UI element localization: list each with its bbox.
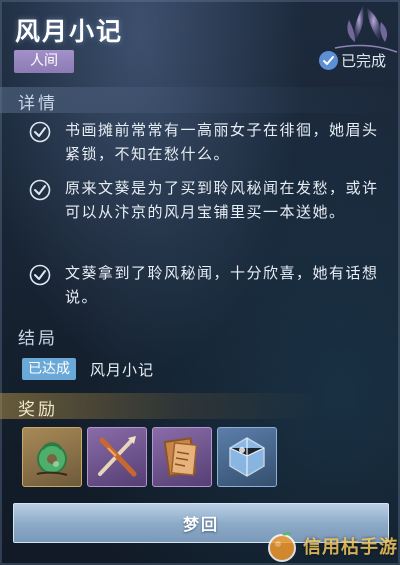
rewards-header-label: 奖励 <box>18 400 58 420</box>
dream-return-label: 梦回 <box>182 515 219 534</box>
detail-text: 文葵拿到了聆风秘闻，十分欣喜，她有话想说。 <box>65 264 379 306</box>
jade-pendant-icon <box>36 442 68 476</box>
ending-name: 风月小记 <box>90 360 155 379</box>
reward-slot-jade[interactable] <box>22 427 82 487</box>
detail-text: 原来文葵是为了买到聆风秘闻在发愁，或许可以从汴京的风月宝铺里买一本送她。 <box>65 179 379 221</box>
reward-slot-weapons[interactable] <box>87 427 147 487</box>
site-watermark: 信用枯手游 <box>265 529 398 563</box>
rewards-list <box>22 427 277 487</box>
ending-header: 结局 <box>0 322 400 350</box>
details-header-label: 详情 <box>18 94 58 114</box>
crossed-weapons-icon <box>98 436 137 477</box>
ending-achieved-badge: 已达成 <box>22 358 76 380</box>
status-label: 已完成 <box>340 52 386 70</box>
crystal-cube-icon <box>229 437 265 477</box>
details-header: 详情 <box>0 87 400 114</box>
reward-slot-crystal[interactable] <box>217 427 277 487</box>
quest-title: 风月小记 <box>15 17 124 46</box>
realm-tag: 人间 <box>14 50 74 73</box>
book-scroll-icon <box>163 437 198 477</box>
check-icon <box>29 179 51 201</box>
ending-row: 已达成 风月小记 <box>22 358 154 380</box>
watermark-text: 信用枯手游 <box>303 537 398 558</box>
orange-logo-icon <box>268 531 296 562</box>
reward-slot-book[interactable] <box>152 427 212 487</box>
detail-text: 书画摊前常常有一高丽女子在徘徊，她眉头紧锁，不知在愁什么。 <box>65 121 379 163</box>
check-circle-icon <box>318 51 338 70</box>
completion-status: 已完成 <box>318 50 386 71</box>
check-icon <box>29 121 51 143</box>
check-icon <box>29 264 51 286</box>
ending-header-label: 结局 <box>18 329 58 349</box>
rewards-header: 奖励 <box>0 393 400 420</box>
